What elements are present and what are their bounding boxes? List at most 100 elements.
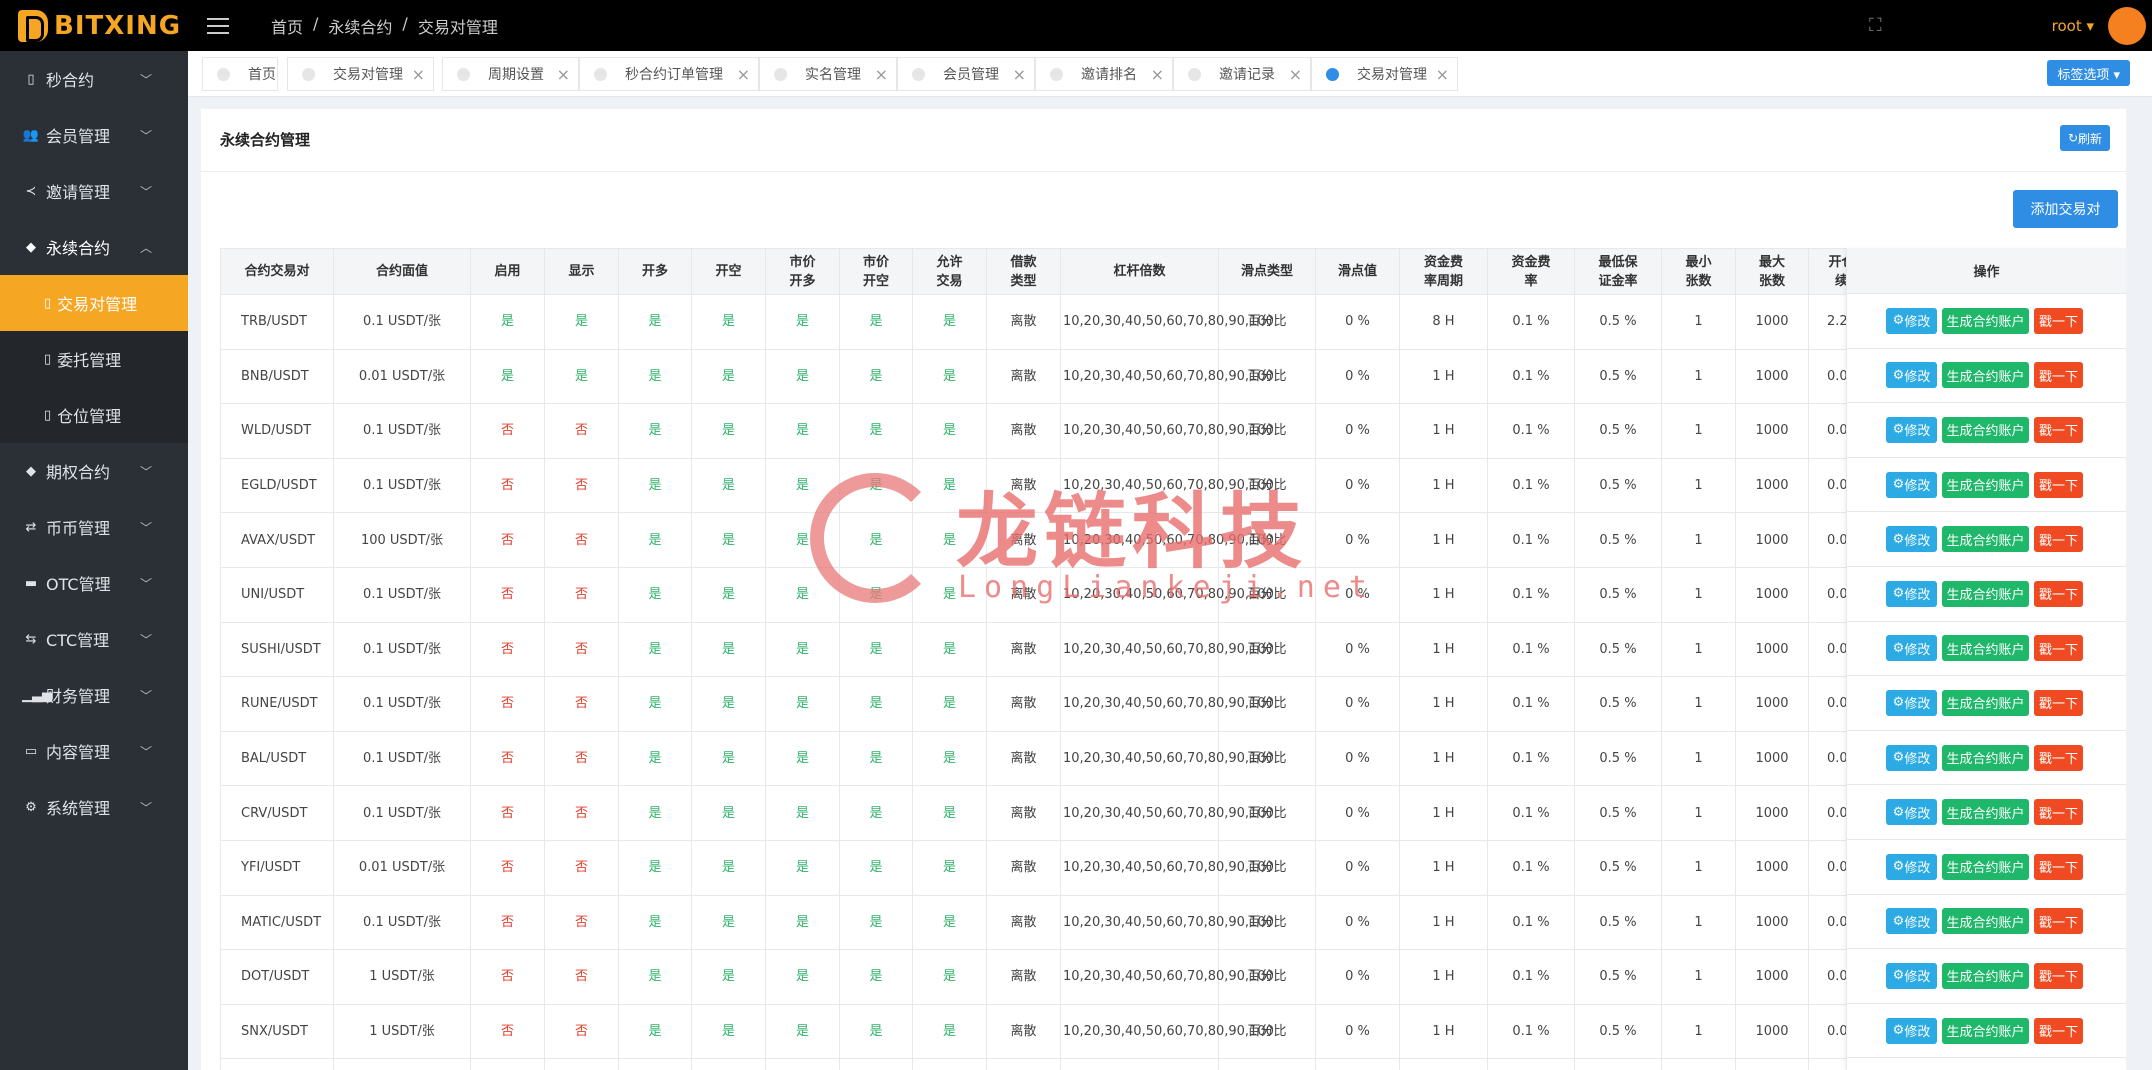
cell-enable: 否 (470, 949, 545, 1005)
poke-button[interactable]: 戳一下 (2034, 962, 2083, 989)
tab-invite-records[interactable]: 邀请记录 × (1173, 57, 1311, 91)
edit-button[interactable]: ⚙ 修改 (1886, 689, 1937, 716)
breadcrumb-perpetual[interactable]: 永续合约 (328, 14, 392, 38)
cell-min: 1 (1661, 403, 1736, 459)
sidebar-item-finance[interactable]: ▁▃▅ 财务管理 ﹀ (0, 667, 188, 723)
edit-button[interactable]: ⚙ 修改 (1886, 853, 1937, 880)
generate-account-button[interactable]: 生成合约账户 (1942, 635, 2029, 662)
generate-account-button[interactable]: 生成合约账户 (1942, 799, 2029, 826)
edit-button[interactable]: ⚙ 修改 (1886, 635, 1937, 662)
generate-account-button[interactable]: 生成合约账户 (1942, 471, 2029, 498)
sidebar-item-members[interactable]: 👥 会员管理 ﹀ (0, 107, 188, 163)
cell-fcycle: 1 H (1399, 621, 1488, 678)
menu-toggle-icon[interactable] (188, 0, 248, 51)
tab-cycle[interactable]: 周期设置 × (442, 57, 579, 91)
generate-account-button[interactable]: 生成合约账户 (1942, 689, 2029, 716)
cell-long (618, 1058, 692, 1070)
fullscreen-icon[interactable]: ⛶ (1869, 15, 1882, 36)
generate-account-button[interactable]: 生成合约账户 (1942, 1017, 2029, 1044)
close-icon[interactable]: × (1151, 65, 1164, 84)
sidebar-item-coin[interactable]: ⇄ 币币管理 ﹀ (0, 499, 188, 555)
poke-button[interactable]: 戳一下 (2034, 416, 2083, 443)
sidebar-item-otc[interactable]: ▬ OTC管理 ﹀ (0, 555, 188, 611)
close-icon[interactable]: × (1289, 65, 1302, 84)
user-menu[interactable]: root ▾ (2052, 17, 2094, 35)
edit-button[interactable]: ⚙ 修改 (1886, 580, 1937, 607)
sidebar-item-system[interactable]: ⚙ 系统管理 ﹀ (0, 779, 188, 835)
generate-account-button[interactable]: 生成合约账户 (1942, 307, 2029, 334)
refresh-button[interactable]: ↻ 刷新 (2060, 125, 2110, 151)
edit-button[interactable]: ⚙ 修改 (1886, 962, 1937, 989)
poke-button[interactable]: 戳一下 (2034, 362, 2083, 389)
poke-button[interactable]: 戳一下 (2034, 744, 2083, 771)
close-icon[interactable]: × (1436, 65, 1449, 84)
poke-button[interactable]: 戳一下 (2034, 580, 2083, 607)
breadcrumb-home[interactable]: 首页 (271, 14, 303, 38)
generate-account-button[interactable]: 生成合约账户 (1942, 908, 2029, 935)
poke-button[interactable]: 戳一下 (2034, 689, 2083, 716)
cell-enable: 是 (470, 348, 545, 405)
poke-button[interactable]: 戳一下 (2034, 799, 2083, 826)
tab-dot-icon (302, 67, 315, 81)
edit-button[interactable]: ⚙ 修改 (1886, 799, 1937, 826)
generate-account-button[interactable]: 生成合约账户 (1942, 744, 2029, 771)
edit-button[interactable]: ⚙ 修改 (1886, 362, 1937, 389)
sidebar-item-options[interactable]: ◆ 期权合约 ﹀ (0, 443, 188, 499)
edit-button[interactable]: ⚙ 修改 (1886, 416, 1937, 443)
pairs-table-wrap[interactable]: 合约交易对 合约面值 启用 显示 开多 开空 市价 开多 市价 开空 允许 交易 借款 类型 杠杆倍… (220, 248, 1847, 1070)
close-icon[interactable]: × (737, 65, 750, 84)
edit-button[interactable]: ⚙ 修改 (1886, 1017, 1937, 1044)
sidebar-subitem-orders[interactable]: ▯ 委托管理 (0, 331, 188, 387)
poke-button[interactable]: 戳一下 (2034, 526, 2083, 553)
poke-button[interactable]: 戳一下 (2034, 908, 2083, 935)
close-icon[interactable]: × (875, 65, 888, 84)
sidebar-item-invite[interactable]: ≺ 邀请管理 ﹀ (0, 163, 188, 219)
sidebar-item-content[interactable]: ▭ 内容管理 ﹀ (0, 723, 188, 779)
tab-dot-icon (774, 67, 787, 81)
generate-account-button[interactable]: 生成合约账户 (1942, 526, 2029, 553)
sidebar-item-perpetual[interactable]: ◆ 永续合约 ︿ (0, 219, 188, 275)
cell-btype: 离散 (986, 457, 1061, 514)
file-icon: ▯ (44, 295, 52, 311)
cell-btype: 离散 (986, 730, 1061, 787)
sidebar-item-second-contract[interactable]: ▯ 秒合约 ﹀ (0, 51, 188, 107)
tab-pairs-active[interactable]: 交易对管理 × (1311, 57, 1458, 91)
generate-account-button[interactable]: 生成合约账户 (1942, 962, 2029, 989)
close-icon[interactable]: × (1013, 65, 1026, 84)
cell-long: 是 (618, 1003, 692, 1060)
tab-second-orders[interactable]: 秒合约订单管理 × (579, 57, 759, 91)
tab-options-button[interactable]: 标签选项 ▾ (2047, 60, 2130, 86)
cell-slip: 0 % (1315, 294, 1400, 350)
chevron-down-icon: ﹀ (139, 688, 152, 703)
edit-button[interactable]: ⚙ 修改 (1886, 307, 1937, 334)
tab-members[interactable]: 会员管理 × (897, 57, 1035, 91)
sidebar-item-ctc[interactable]: ⇆ CTC管理 ﹀ (0, 611, 188, 667)
tab-home[interactable]: 首页 (202, 57, 278, 91)
tab-pairs[interactable]: 交易对管理 × (287, 57, 434, 91)
poke-button[interactable]: 戳一下 (2034, 853, 2083, 880)
sidebar-subitem-pairs[interactable]: ▯ 交易对管理 (0, 275, 188, 331)
generate-account-button[interactable]: 生成合约账户 (1942, 853, 2029, 880)
poke-button[interactable]: 戳一下 (2034, 635, 2083, 662)
poke-button[interactable]: 戳一下 (2034, 1017, 2083, 1044)
edit-button[interactable]: ⚙ 修改 (1886, 526, 1937, 553)
poke-button[interactable]: 戳一下 (2034, 307, 2083, 334)
chevron-down-icon: ﹀ (139, 744, 152, 759)
ops-row (1847, 1058, 2126, 1070)
sidebar-subitem-positions[interactable]: ▯ 仓位管理 (0, 387, 188, 443)
close-icon[interactable]: × (557, 65, 570, 84)
edit-button[interactable]: ⚙ 修改 (1886, 471, 1937, 498)
avatar[interactable] (2108, 6, 2146, 45)
generate-account-button[interactable]: 生成合约账户 (1942, 580, 2029, 607)
add-pair-button[interactable]: 添加交易对 (2013, 190, 2118, 228)
tab-invite-rank[interactable]: 邀请排名 × (1035, 57, 1173, 91)
close-icon[interactable]: × (412, 65, 425, 84)
tab-realname[interactable]: 实名管理 × (759, 57, 897, 91)
edit-button[interactable]: ⚙ 修改 (1886, 744, 1937, 771)
generate-account-button[interactable]: 生成合约账户 (1942, 416, 2029, 443)
generate-account-button[interactable]: 生成合约账户 (1942, 362, 2029, 389)
brand-logo[interactable]: BITXING (0, 0, 188, 51)
edit-button[interactable]: ⚙ 修改 (1886, 908, 1937, 935)
operations-column: 操作 ⚙ 修改 生成合约账户 戳一下 ⚙ 修改 生成合约账户 戳一下 ⚙ 修改 生成合约账户 戳一下 ⚙… (1846, 248, 2126, 1070)
poke-button[interactable]: 戳一下 (2034, 471, 2083, 498)
